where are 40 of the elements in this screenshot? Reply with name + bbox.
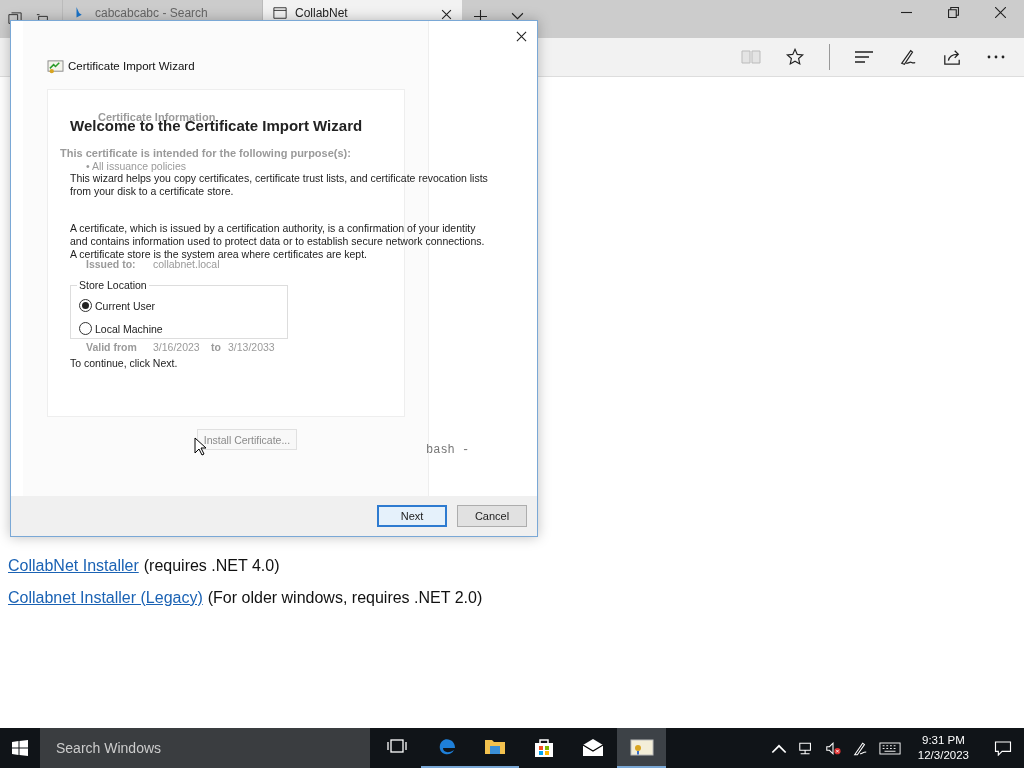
network-icon[interactable]	[797, 740, 814, 756]
download-link[interactable]: CollabNet Installer	[8, 557, 139, 575]
certificate-icon[interactable]	[617, 728, 666, 768]
page-icon	[273, 6, 287, 20]
notification-icon[interactable]	[994, 740, 1012, 756]
search-field[interactable]: Search Windows	[40, 728, 370, 768]
certificate-icon	[47, 58, 64, 74]
policy-item: • All issuance policies	[86, 160, 186, 172]
note-text: (For older windows, requires .NET 2.0)	[207, 589, 483, 607]
pen-icon[interactable]	[898, 48, 918, 66]
download-link[interactable]: Collabnet Installer (Legacy)	[8, 589, 203, 607]
close-icon[interactable]	[516, 30, 527, 42]
purpose-text: This certificate is intended for the following purpose(s):	[60, 147, 351, 159]
description-text: A certificate, which is issued by a certification authority, is a confirmation of your identity and contains information used to protect data or to establish secure network connections. A certificate store is the system area where certificates are kept.	[70, 222, 486, 260]
code-text: bash -	[426, 443, 470, 457]
cursor-icon	[194, 437, 206, 456]
field-label: to	[211, 341, 221, 353]
instruction-text: To continue, click Next.	[70, 357, 179, 370]
new-tab-icon[interactable]	[474, 10, 487, 23]
wizard-title: Certificate Import Wizard	[68, 60, 195, 72]
field-value: 3/13/2033	[228, 341, 275, 353]
clock[interactable]: 9:31 PM 12/3/2023	[911, 733, 975, 763]
group-label: Store Location	[78, 279, 148, 291]
radio-option[interactable]: Local Machine	[79, 322, 279, 335]
cancel-button[interactable]: Cancel	[457, 505, 527, 527]
next-button[interactable]: Next	[377, 505, 447, 527]
star-icon[interactable]	[785, 48, 805, 66]
keyboard-icon[interactable]	[878, 740, 901, 756]
hub-icon[interactable]	[854, 48, 874, 66]
share-icon[interactable]	[942, 48, 962, 66]
field-value: 3/16/2023	[153, 341, 200, 353]
radio-option[interactable]: Current User	[79, 299, 279, 312]
field-label: Valid from	[86, 341, 137, 353]
close-tab-icon[interactable]	[441, 9, 452, 20]
field-label: Issued to:	[86, 258, 136, 270]
pen-icon[interactable]	[851, 740, 868, 756]
chevron-down-icon[interactable]	[511, 10, 524, 23]
muted-speaker-icon[interactable]	[824, 740, 841, 756]
description-text: This wizard helps you copy certificates, certificate trust lists, and certificate revocation lists from your disk to a certificate store.	[70, 172, 488, 198]
note-text: (requires .NET 4.0)	[143, 557, 280, 575]
